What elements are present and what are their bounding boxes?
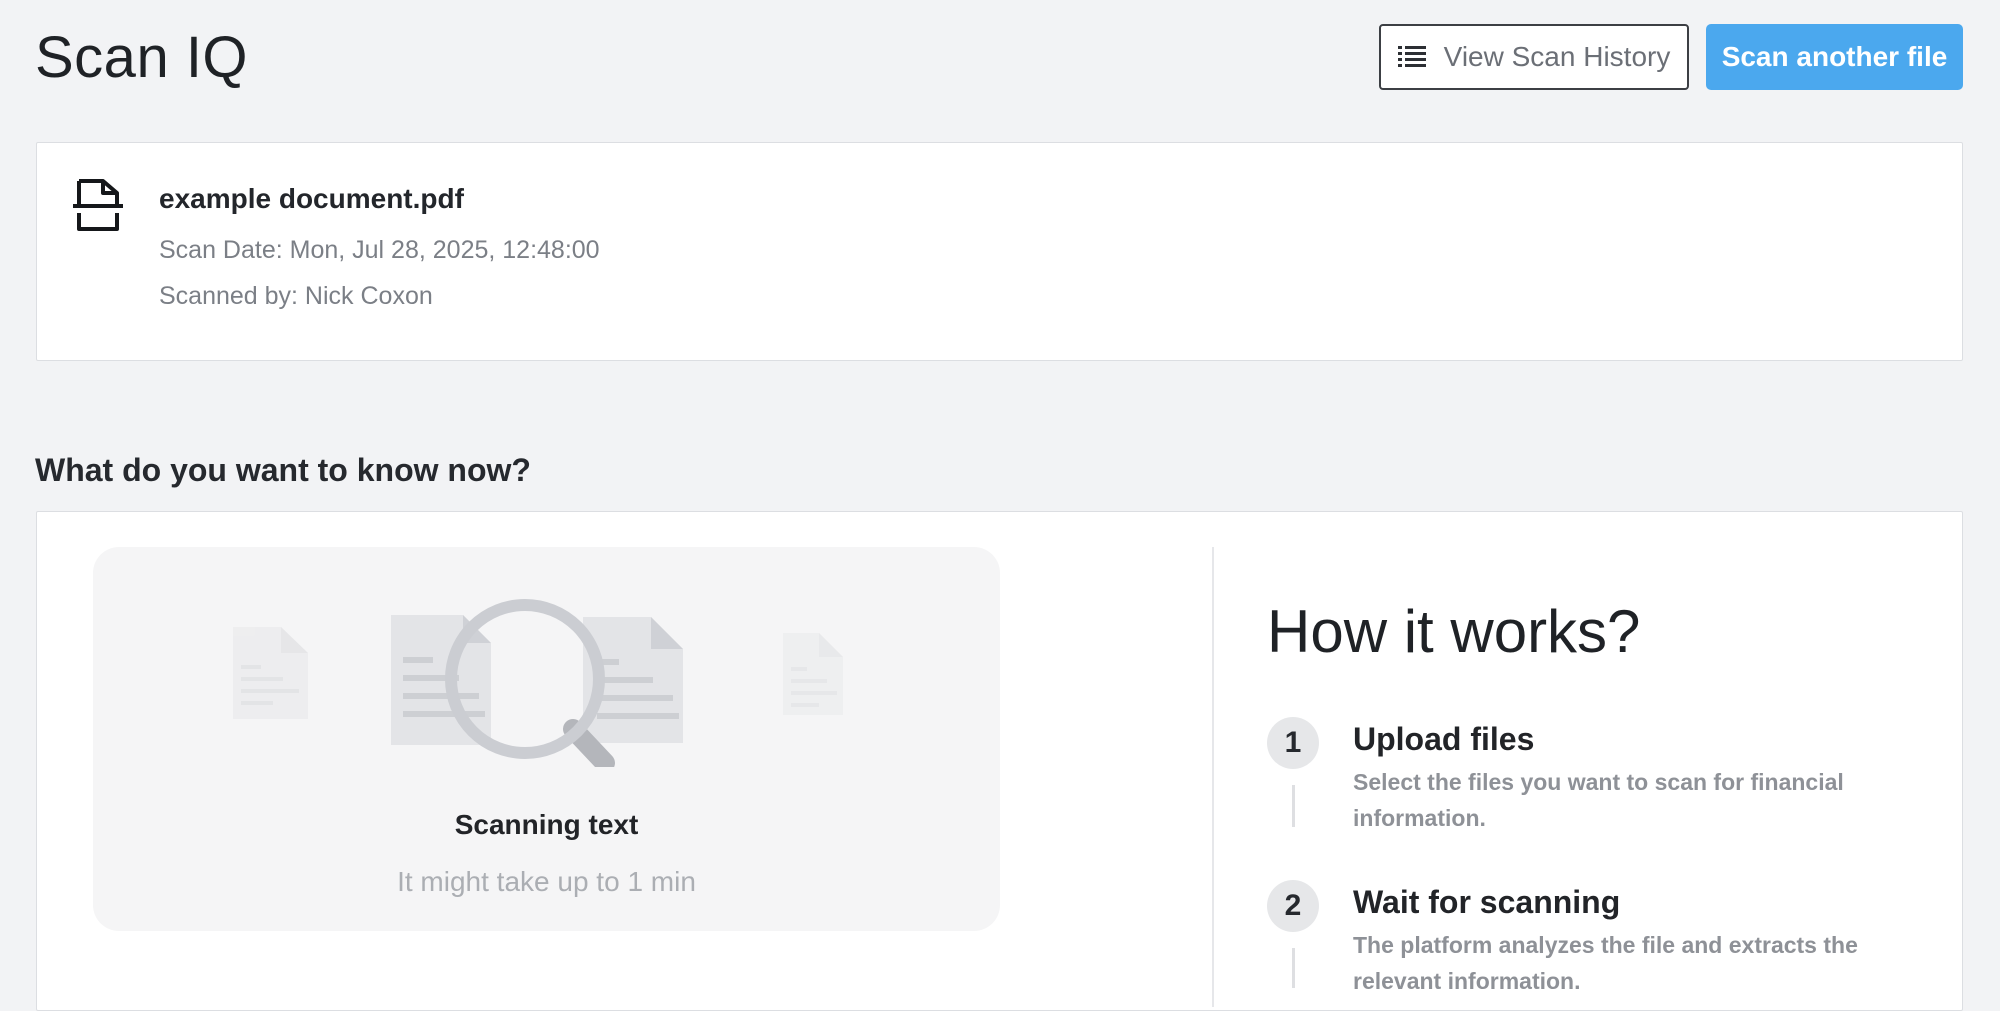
step-description-2: The platform analyzes the file and extra… bbox=[1353, 932, 1858, 994]
section-title: What do you want to know now? bbox=[35, 452, 531, 488]
step-description-1: Select the files you want to scan for fi… bbox=[1353, 769, 1844, 831]
document-left-icon bbox=[391, 615, 491, 745]
view-scan-history-label: View Scan History bbox=[1443, 41, 1671, 72]
vertical-divider bbox=[1212, 547, 1214, 1007]
step-connector bbox=[1292, 948, 1295, 988]
view-scan-history-button[interactable]: View Scan History bbox=[1379, 24, 1689, 90]
app-title: Scan IQ bbox=[35, 25, 249, 90]
step-title-2: Wait for scanning bbox=[1353, 884, 1621, 920]
faded-document-left-icon bbox=[233, 627, 308, 719]
step-number-2: 2 bbox=[1267, 880, 1319, 932]
scanned-by: Scanned by: Nick Coxon bbox=[159, 282, 433, 310]
scanning-illustration bbox=[233, 599, 843, 767]
scan-date: Scan Date: Mon, Jul 28, 2025, 12:48:00 bbox=[159, 236, 600, 264]
step-connector bbox=[1292, 785, 1295, 827]
step-number-1: 1 bbox=[1267, 717, 1319, 769]
file-summary-card: example document.pdf Scan Date: Mon, Jul… bbox=[36, 142, 1963, 361]
file-name: example document.pdf bbox=[159, 183, 464, 214]
scanning-status: Scanning text bbox=[454, 809, 639, 840]
scanning-panel: Scanning text It might take up to 1 min bbox=[93, 547, 1000, 931]
document-icon bbox=[73, 179, 123, 231]
step-title-1: Upload files bbox=[1353, 721, 1535, 757]
list-icon bbox=[1397, 46, 1426, 67]
faded-document-right-icon bbox=[783, 633, 843, 715]
scanning-note: It might take up to 1 min bbox=[397, 866, 696, 897]
scan-another-file-button[interactable]: Scan another file bbox=[1706, 24, 1963, 90]
how-it-works-title: How it works? bbox=[1267, 598, 1641, 665]
scan-progress-card: Scanning text It might take up to 1 min … bbox=[36, 511, 1963, 1011]
